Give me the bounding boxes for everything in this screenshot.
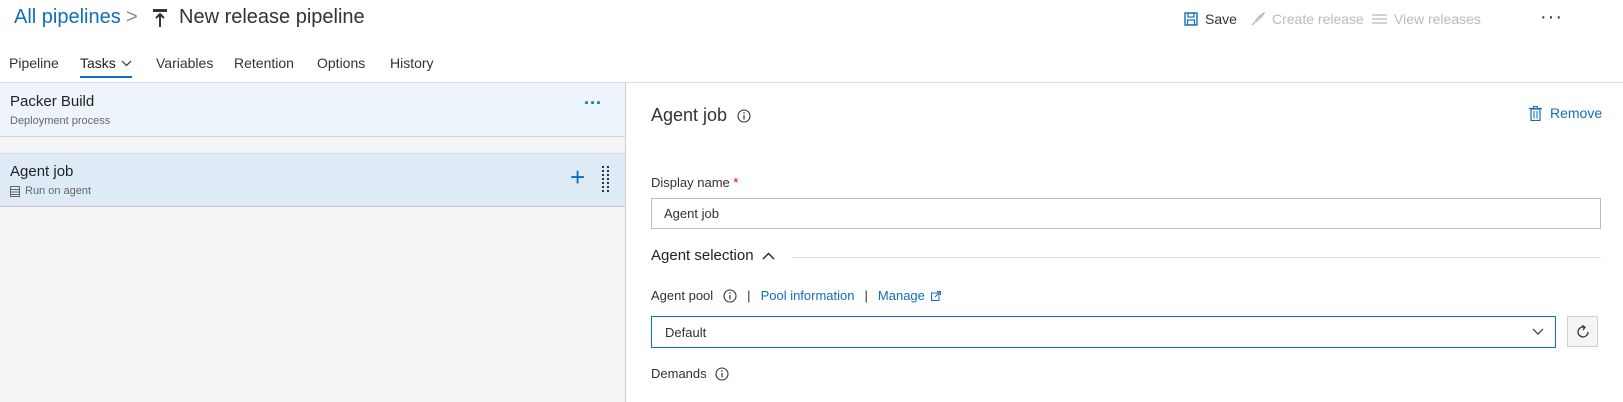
drag-handle-icon[interactable]	[602, 166, 610, 194]
trash-icon	[1529, 105, 1542, 121]
tab-pipeline[interactable]: Pipeline	[9, 55, 59, 71]
agent-job-item[interactable]: Agent job Run on agent +	[0, 153, 625, 207]
refresh-button[interactable]	[1567, 316, 1598, 347]
page-title: New release pipeline	[179, 6, 365, 28]
save-label: Save	[1205, 11, 1237, 27]
tab-history[interactable]: History	[390, 55, 434, 71]
remove-button[interactable]: Remove	[1529, 105, 1602, 121]
external-link-icon	[930, 290, 941, 301]
create-release-button[interactable]: Create release	[1250, 11, 1364, 27]
required-mark: *	[733, 175, 739, 190]
job-details-panel: Agent job Remove Display name * Agent jo…	[627, 83, 1623, 402]
agent-pool-value: Default	[665, 325, 707, 340]
header-bar: All pipelines > New release pipeline Sav…	[0, 0, 1623, 40]
release-pipeline-icon	[153, 9, 167, 27]
demands-label: Demands	[651, 366, 707, 381]
agent-selection-header[interactable]: Agent selection	[651, 247, 775, 264]
create-release-label: Create release	[1272, 11, 1364, 27]
display-name-label-text: Display name	[651, 175, 730, 190]
info-icon[interactable]	[737, 108, 751, 123]
breadcrumb-all-pipelines[interactable]: All pipelines	[14, 6, 121, 29]
stage-more-button[interactable]: ···	[584, 93, 602, 114]
pipeline-tasks-panel: Packer Build Deployment process ··· Agen…	[0, 83, 626, 402]
job-subtitle: Run on agent	[10, 185, 91, 197]
chevron-down-icon	[1532, 328, 1544, 335]
agent-pool-select[interactable]: Default	[651, 316, 1556, 348]
tab-retention[interactable]: Retention	[234, 55, 294, 71]
refresh-icon	[1576, 324, 1589, 338]
job-subtitle-label: Run on agent	[25, 185, 92, 197]
separator-bar: |	[747, 288, 751, 303]
agent-pool-row: Agent pool | Pool information | Manage	[651, 288, 941, 303]
tab-tasks-label: Tasks	[80, 55, 116, 71]
stage-subtitle: Deployment process	[10, 115, 111, 127]
tab-options[interactable]: Options	[317, 55, 365, 71]
add-task-button[interactable]: +	[570, 164, 585, 190]
section-divider	[792, 257, 1601, 258]
save-button[interactable]: Save	[1184, 11, 1237, 27]
remove-label: Remove	[1550, 105, 1603, 121]
panel-header: Agent job	[651, 105, 751, 126]
chevron-up-icon	[762, 252, 775, 259]
more-actions-button[interactable]: ···	[1540, 6, 1563, 29]
agent-pool-info-icon[interactable]	[723, 288, 737, 303]
manage-link[interactable]: Manage	[878, 288, 941, 303]
demands-info-icon[interactable]	[715, 366, 729, 381]
separator-bar: |	[864, 288, 868, 303]
agent-pool-label: Agent pool	[651, 288, 714, 303]
breadcrumb-separator: >	[126, 6, 138, 28]
view-releases-label: View releases	[1394, 11, 1481, 27]
chevron-down-icon	[121, 60, 132, 66]
tab-bar: Pipeline Tasks Variables Retention Optio…	[0, 48, 1623, 80]
demands-row: Demands	[651, 366, 729, 381]
tab-variables[interactable]: Variables	[156, 55, 213, 71]
view-releases-button[interactable]: View releases	[1372, 11, 1481, 27]
list-icon	[1372, 14, 1387, 24]
display-name-input[interactable]: Agent job	[651, 198, 1601, 229]
job-title: Agent job	[10, 163, 74, 180]
display-name-label: Display name *	[651, 175, 738, 190]
panel-title: Agent job	[651, 105, 728, 125]
manage-label: Manage	[877, 288, 925, 303]
tab-tasks[interactable]: Tasks	[80, 55, 132, 71]
active-tab-indicator	[80, 76, 132, 78]
save-icon	[1184, 12, 1198, 26]
server-icon	[10, 185, 20, 197]
rocket-icon	[1251, 11, 1265, 25]
agent-selection-label: Agent selection	[651, 247, 754, 264]
pool-information-link[interactable]: Pool information	[761, 288, 855, 303]
stage-item[interactable]: Packer Build Deployment process ···	[0, 83, 625, 137]
stage-title: Packer Build	[10, 93, 95, 110]
